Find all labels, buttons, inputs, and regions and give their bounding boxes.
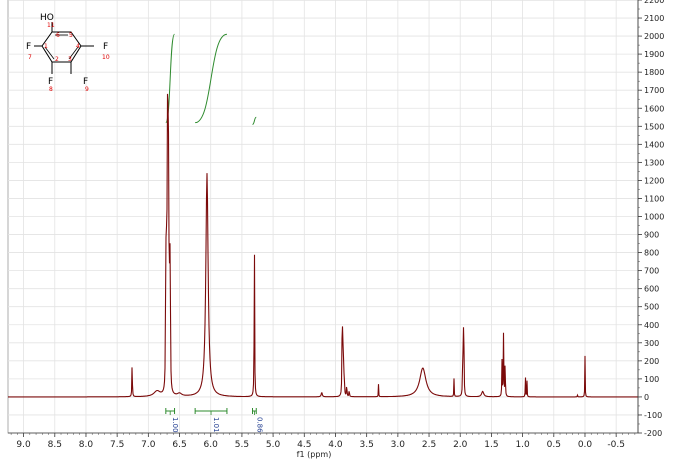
y-tick-label: -200 <box>644 429 662 438</box>
integral-bars: 1.00 1.01 0.86 <box>165 408 263 433</box>
y-tick-label: 100 <box>644 375 659 384</box>
atom-f10: F <box>103 42 108 52</box>
x-tick-label: 2.5 <box>422 440 436 450</box>
x-tick-label: 1.0 <box>515 440 530 450</box>
x-tick-label: 4.0 <box>328 440 343 450</box>
integral-curve <box>252 116 257 125</box>
x-tick-label: 4.5 <box>297 440 311 450</box>
ring-num-3: 3 <box>68 56 72 63</box>
y-tick-label: 500 <box>644 303 659 312</box>
y-axis: -200 -100 0 100 200 300 400 500 600 700 800 900 1000… <box>637 0 664 438</box>
x-tick-label: 5.5 <box>235 440 249 450</box>
y-tick-label: 1000 <box>644 213 664 222</box>
ring-num-4: 4 <box>76 43 80 50</box>
x-tick-label: 6.5 <box>172 440 186 450</box>
integral-label: 1.01 <box>212 417 220 433</box>
x-tick-label: -0.5 <box>607 440 625 450</box>
nmr-spectrum-chart: 1.00 1.01 0.86 9.0 8.5 8.0 7.5 7.0 6.5 6.0 5.5 5.0… <box>7 0 664 459</box>
x-tick-label: 1.5 <box>484 440 498 450</box>
x-tick-label: 8.5 <box>48 440 62 450</box>
y-tick-label: 600 <box>644 285 659 294</box>
ring-num-2: 2 <box>55 56 59 63</box>
x-tick-label: 3.5 <box>359 440 373 450</box>
y-tick-label: -100 <box>644 411 662 420</box>
y-tick-label: 1500 <box>644 122 664 131</box>
ring-num-6: 6 <box>56 32 60 39</box>
y-tick-label: 200 <box>644 357 659 366</box>
y-tick-label: 1600 <box>644 104 664 113</box>
y-tick-label: 1300 <box>644 158 664 167</box>
x-tick-label: 5.0 <box>266 440 281 450</box>
atom-oh-number: 11 <box>47 22 55 29</box>
x-tick-label: 2.0 <box>453 440 468 450</box>
y-tick-label: 1400 <box>644 140 664 149</box>
atom-f7-number: 7 <box>28 54 32 61</box>
y-tick-label: 0 <box>644 393 649 402</box>
x-tick-label: 7.0 <box>141 440 156 450</box>
y-tick-label: 700 <box>644 267 659 276</box>
x-axis-title: f1 (ppm) <box>297 450 332 459</box>
y-tick-label: 2100 <box>644 14 664 23</box>
x-tick-label: 7.5 <box>110 440 124 450</box>
y-tick-label: 300 <box>644 339 659 348</box>
integral-label: 1.00 <box>171 417 179 433</box>
x-tick-label: 0.5 <box>547 440 561 450</box>
x-tick-label: 8.0 <box>79 440 94 450</box>
x-tick-label: 9.0 <box>16 440 31 450</box>
molecule-structure: HO 11 F 7 F 8 F 9 F 10 6 5 1 4 2 3 <box>26 13 110 93</box>
grid-lines <box>7 0 639 434</box>
atom-f7: F <box>26 42 31 52</box>
x-axis: 9.0 8.5 8.0 7.5 7.0 6.5 6.0 5.5 5.0 4.5 4.0 3.5 3.0 2… <box>8 432 638 450</box>
x-tick-label: 3.0 <box>391 440 406 450</box>
atom-f10-number: 10 <box>102 54 110 61</box>
ring-num-5: 5 <box>69 32 73 39</box>
y-tick-label: 900 <box>644 231 659 240</box>
y-tick-label: 1700 <box>644 86 664 95</box>
y-tick-label: 800 <box>644 249 659 258</box>
y-tick-label: 1800 <box>644 68 664 77</box>
y-tick-label: 2200 <box>644 0 664 5</box>
y-tick-label: 2000 <box>644 32 664 41</box>
spectrum-trace <box>8 93 638 398</box>
integral-curves <box>165 33 257 125</box>
y-tick-label: 1900 <box>644 50 664 59</box>
y-tick-label: 1200 <box>644 176 664 185</box>
atom-f8-number: 8 <box>49 86 53 93</box>
y-tick-label: 1100 <box>644 194 664 203</box>
ring-num-1: 1 <box>44 43 48 50</box>
x-tick-label: 0.0 <box>578 440 593 450</box>
x-tick-label: 6.0 <box>204 440 219 450</box>
y-tick-label: 400 <box>644 321 659 330</box>
atom-f9-number: 9 <box>85 86 89 93</box>
integral-label: 0.86 <box>255 417 263 433</box>
